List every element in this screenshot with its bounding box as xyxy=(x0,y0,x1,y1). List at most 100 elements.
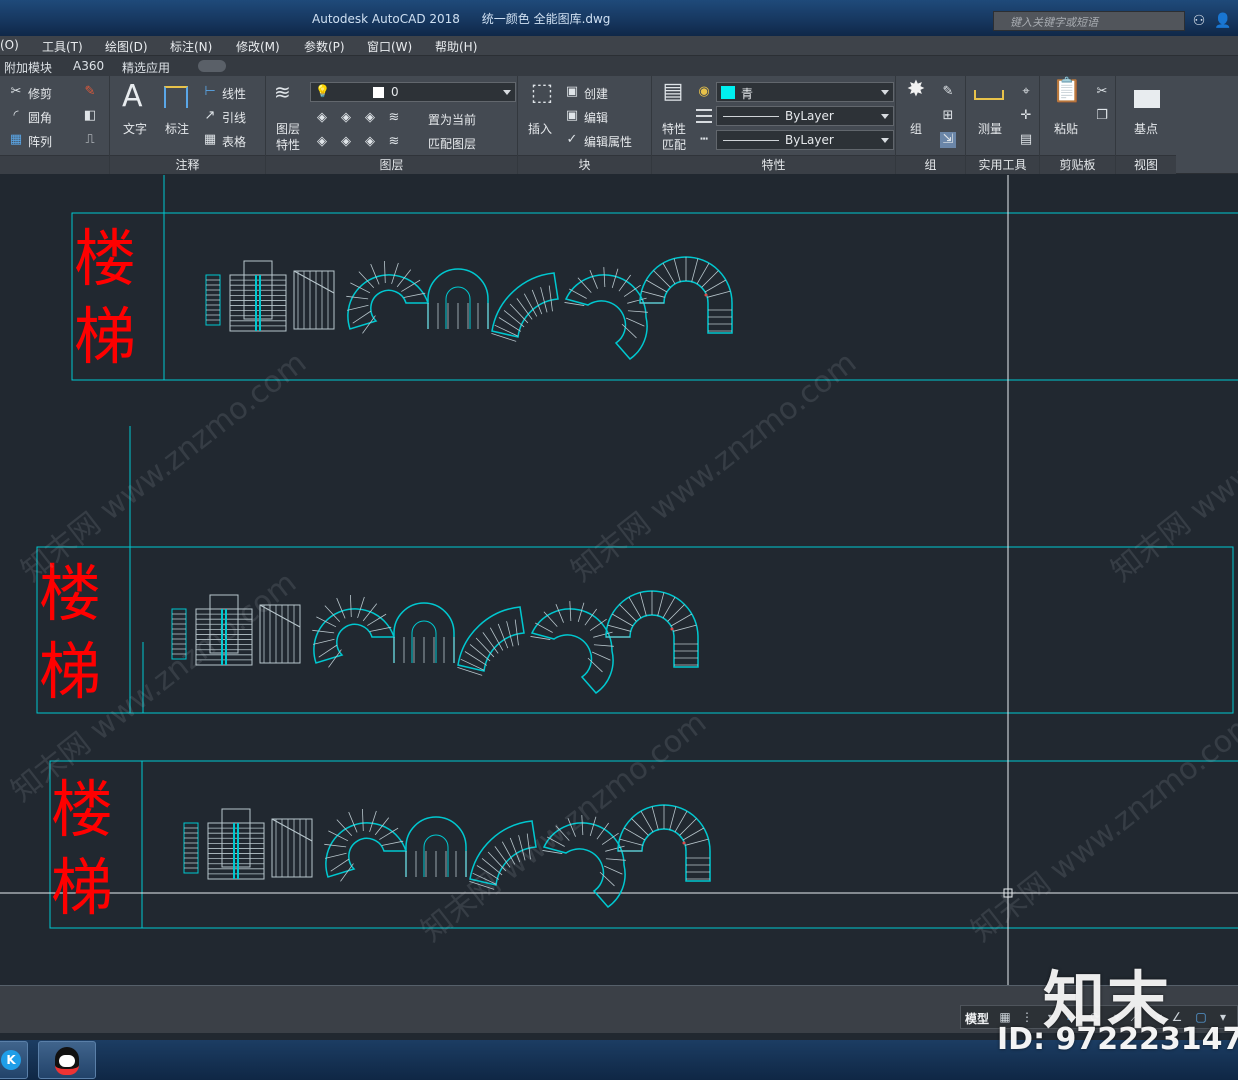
stair-tread[interactable] xyxy=(350,282,371,294)
stair-tread[interactable] xyxy=(607,624,631,632)
stair-tread[interactable] xyxy=(469,644,491,662)
stair-tread[interactable] xyxy=(589,816,597,837)
stair-tread[interactable] xyxy=(591,651,611,661)
model-tab[interactable]: 模型 xyxy=(965,1010,989,1027)
stair-tread[interactable] xyxy=(645,279,668,293)
stair-run[interactable] xyxy=(207,822,265,880)
groups-footer[interactable]: 组 xyxy=(896,155,965,174)
text-icon[interactable]: A xyxy=(122,82,143,112)
stair-tread[interactable] xyxy=(403,292,426,298)
menu-item-help[interactable]: 帮助(H) xyxy=(435,38,477,55)
pencil-icon[interactable]: ✎ xyxy=(82,84,98,100)
stair-tread[interactable] xyxy=(567,818,576,837)
stair-marker[interactable] xyxy=(682,841,686,845)
leader-button[interactable]: 引线 xyxy=(222,109,246,126)
properties-footer[interactable]: 特性 xyxy=(652,155,895,174)
stair-tread[interactable] xyxy=(548,285,553,312)
stair-tread[interactable] xyxy=(640,810,654,833)
stair-tread[interactable] xyxy=(487,851,507,872)
view-footer[interactable]: 视图 xyxy=(1116,155,1176,174)
ribbon-toggle-button[interactable] xyxy=(198,60,226,72)
stair-tread[interactable] xyxy=(503,310,525,328)
linear-button[interactable]: 线性 xyxy=(222,85,246,102)
calculator-icon[interactable]: ▤ xyxy=(1018,132,1034,148)
stair-tread[interactable] xyxy=(352,310,372,324)
match-properties-l2[interactable]: 匹配 xyxy=(662,136,686,153)
stair-tread[interactable] xyxy=(540,287,548,313)
stair-tread[interactable] xyxy=(357,596,365,619)
stair-tread[interactable] xyxy=(476,865,500,880)
stair-tread[interactable] xyxy=(628,596,642,619)
stair-tread[interactable] xyxy=(328,830,349,842)
crosshair-icon[interactable]: ✛ xyxy=(1018,108,1034,124)
trim-button[interactable]: 修剪 xyxy=(28,85,52,102)
stair-tread[interactable] xyxy=(657,592,665,616)
stair-tread[interactable] xyxy=(669,806,677,830)
menu-item-tools[interactable]: 工具(T) xyxy=(42,38,83,55)
stair-tread[interactable] xyxy=(475,637,495,658)
erase-icon[interactable]: ◧ xyxy=(82,108,98,124)
stair-tread[interactable] xyxy=(603,267,606,288)
stair-tread[interactable] xyxy=(707,290,731,298)
stair-tread[interactable] xyxy=(673,624,697,632)
layer-tool-icon[interactable]: ◈ xyxy=(362,110,378,126)
paste-icon[interactable]: 📋 xyxy=(1052,78,1082,112)
stair-tread[interactable] xyxy=(625,317,645,327)
layers-footer[interactable]: 图层 xyxy=(266,155,517,174)
search-input[interactable]: 键入关键字或短语 xyxy=(993,11,1185,31)
tab-featured-apps[interactable]: 精选应用 xyxy=(122,59,170,76)
base-button[interactable]: 基点 xyxy=(1134,120,1158,137)
stair-run[interactable] xyxy=(195,608,253,666)
layer-tool-icon[interactable]: ◈ xyxy=(314,110,330,126)
stair-tread[interactable] xyxy=(516,298,533,320)
stair-tread[interactable] xyxy=(651,806,659,830)
stair-tread[interactable] xyxy=(509,303,529,324)
menu-item-format[interactable]: (O) xyxy=(0,38,19,52)
stair-tread[interactable] xyxy=(348,811,358,833)
set-current-button[interactable]: 置为当前 xyxy=(428,111,476,128)
menu-item-draw[interactable]: 绘图(D) xyxy=(105,38,148,55)
stair-tread[interactable] xyxy=(481,858,503,876)
stair-tread[interactable] xyxy=(316,616,337,628)
stair-tread[interactable] xyxy=(568,288,587,299)
layer-tool-icon[interactable]: ◈ xyxy=(314,134,330,150)
stair-tread[interactable] xyxy=(685,838,709,846)
offset-icon[interactable]: ⎍ xyxy=(82,132,98,148)
stair-tread[interactable] xyxy=(701,270,719,288)
create-button[interactable]: 创建 xyxy=(584,85,608,102)
stair-tread[interactable] xyxy=(653,270,671,288)
dimension-icon[interactable] xyxy=(164,86,188,108)
stair-tread[interactable] xyxy=(679,818,697,836)
table-button[interactable]: 表格 xyxy=(222,133,246,150)
stair-tread[interactable] xyxy=(569,601,572,622)
taskbar-qq-button[interactable] xyxy=(38,1041,96,1079)
layer-properties-l1[interactable]: 图层 xyxy=(276,120,300,137)
stair-tread[interactable] xyxy=(623,284,641,297)
stair-tread[interactable] xyxy=(336,597,346,619)
stair-tread[interactable] xyxy=(370,263,380,285)
stair-tread[interactable] xyxy=(482,632,499,654)
insert-button[interactable]: 插入 xyxy=(528,120,552,137)
match-properties-l1[interactable]: 特性 xyxy=(662,120,686,137)
stair-tread[interactable] xyxy=(362,603,378,622)
stair-tread[interactable] xyxy=(589,618,607,631)
stair-tread[interactable] xyxy=(325,852,347,859)
stair-tread[interactable] xyxy=(396,269,412,288)
stair-tread[interactable] xyxy=(518,835,526,861)
stair-run[interactable] xyxy=(229,274,287,332)
s-curve-stair[interactable] xyxy=(542,822,626,909)
layer-tool-icon[interactable]: ◈ xyxy=(338,134,354,150)
stair-tread[interactable] xyxy=(369,810,377,833)
stair-tread[interactable] xyxy=(696,262,710,285)
block-frame-2[interactable] xyxy=(36,546,1234,714)
tab-addins[interactable]: 附加模块 xyxy=(4,59,52,76)
binoculars-icon[interactable]: ⚇ xyxy=(1190,12,1208,30)
stair-tread[interactable] xyxy=(514,619,519,646)
cut-icon[interactable]: ✂ xyxy=(1094,84,1110,100)
taskbar-app-button[interactable]: K xyxy=(0,1041,28,1079)
stair-tread[interactable] xyxy=(673,258,681,282)
dimension-button[interactable]: 标注 xyxy=(165,120,189,137)
block-footer[interactable]: 块 xyxy=(518,155,651,174)
stair-tread[interactable] xyxy=(498,317,522,332)
fillet-button[interactable]: 圆角 xyxy=(28,109,52,126)
